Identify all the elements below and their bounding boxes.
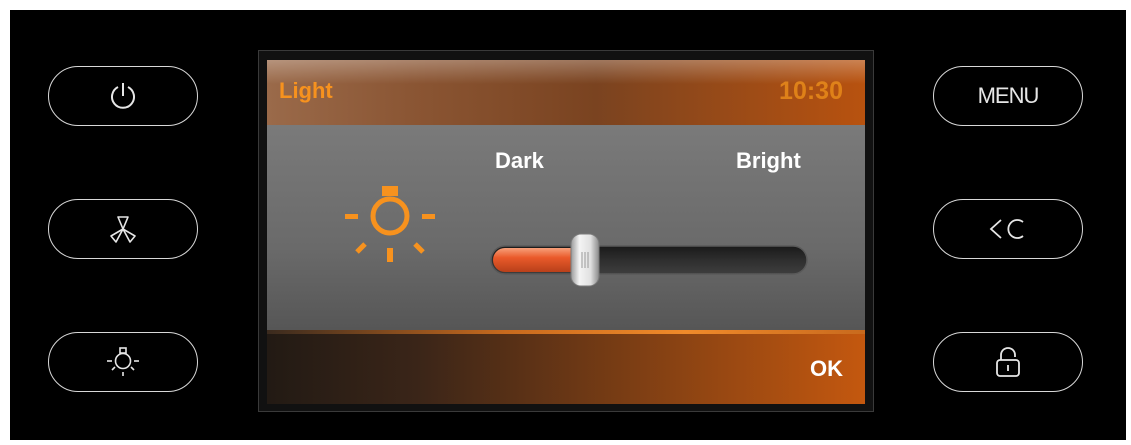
lock-button[interactable] xyxy=(933,332,1083,392)
brightness-slider[interactable] xyxy=(487,230,817,290)
back-button[interactable] xyxy=(933,199,1083,259)
slider-max-label: Bright xyxy=(736,148,801,173)
slider-min-label: Dark xyxy=(495,148,544,173)
light-bulb-icon xyxy=(107,347,139,376)
slider-thumb[interactable] xyxy=(570,233,600,287)
clock: 10:30 xyxy=(779,77,843,105)
fan-button[interactable] xyxy=(48,199,198,259)
brightness-sun-icon xyxy=(345,186,435,262)
power-button[interactable] xyxy=(48,66,198,126)
screen-footer: OK xyxy=(267,334,865,404)
ok-button[interactable]: OK xyxy=(810,356,843,382)
display-screen: Light 10:30 Dark Bright OK xyxy=(267,60,865,404)
menu-button-label: MENU xyxy=(977,83,1040,108)
screen-body: Dark Bright xyxy=(267,125,865,330)
screen-title: Light xyxy=(279,78,333,103)
lock-icon xyxy=(996,347,1020,377)
power-icon xyxy=(111,83,135,109)
light-button[interactable] xyxy=(48,332,198,392)
fan-icon xyxy=(110,216,136,243)
menu-button[interactable]: MENU xyxy=(933,66,1083,126)
back-icon xyxy=(989,219,1024,239)
screen-header: Light 10:30 xyxy=(267,60,865,125)
